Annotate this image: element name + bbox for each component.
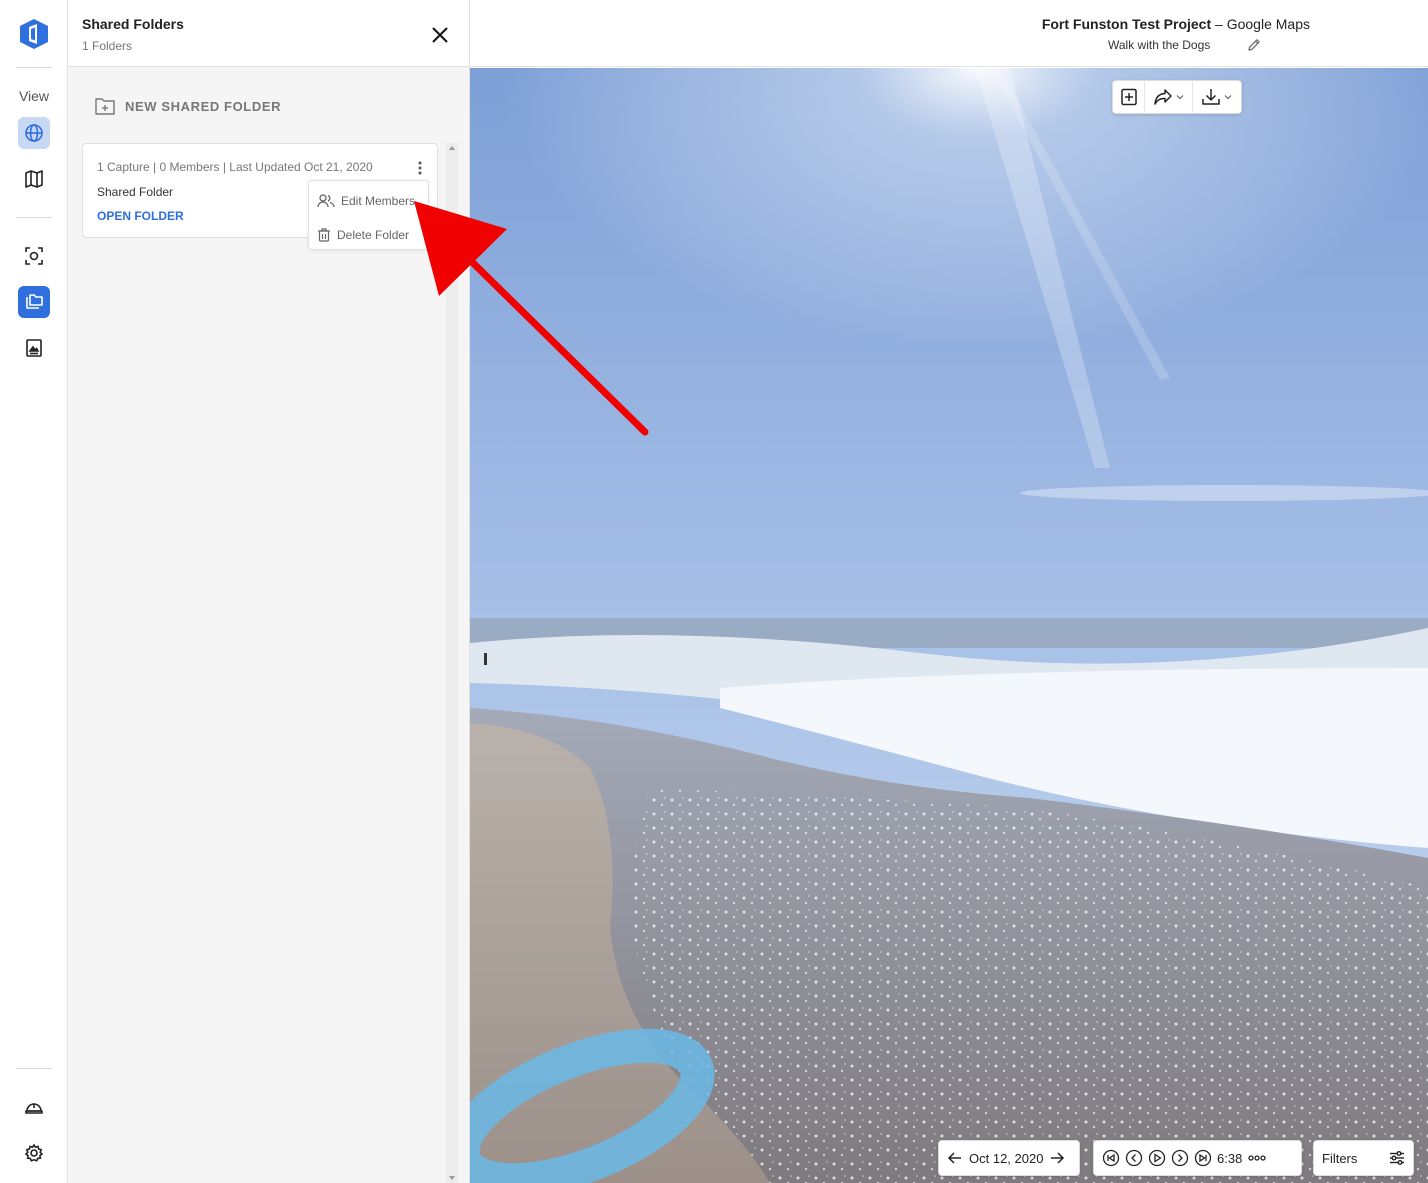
add-note-button[interactable] — [1113, 80, 1145, 114]
new-shared-folder-button[interactable]: NEW SHARED FOLDER — [95, 95, 281, 117]
arrow-right-icon[interactable] — [1049, 1151, 1065, 1165]
filters-button[interactable]: Filters — [1313, 1140, 1414, 1176]
walk-name: Walk with the Dogs — [1108, 38, 1211, 52]
app-logo[interactable] — [17, 17, 51, 51]
panorama-image[interactable] — [470, 68, 1428, 1183]
safety-button[interactable] — [18, 1091, 50, 1123]
playback-controls: 6:38 — [1093, 1140, 1302, 1176]
chevron-down-icon — [1176, 95, 1183, 100]
folder-name: Shared Folder — [97, 185, 174, 199]
scroll-down-arrow[interactable] — [449, 1176, 455, 1180]
delete-folder-label: Delete Folder — [337, 228, 410, 242]
skip-back-icon[interactable] — [1102, 1149, 1120, 1167]
playback-time: 6:38 — [1217, 1150, 1243, 1166]
viewer-toolbar — [1112, 80, 1242, 114]
folder-meta: 1 Capture | 0 Members | Last Updated Oct… — [97, 160, 373, 174]
chevron-down-icon — [1224, 95, 1232, 100]
sliders-icon — [1390, 1151, 1404, 1165]
capture-button[interactable] — [18, 240, 50, 272]
view-label: View — [18, 88, 50, 104]
folder-context-menu: Edit Members Delete Folder — [308, 180, 429, 250]
folder-plus-icon — [95, 98, 115, 115]
date-navigator: Oct 12, 2020 — [938, 1140, 1080, 1176]
gear-icon — [24, 1143, 44, 1162]
panel-title: Shared Folders — [82, 16, 184, 32]
shared-folders-icon — [26, 294, 43, 309]
globe-view-button[interactable] — [18, 117, 50, 149]
scrollbar[interactable] — [446, 143, 458, 1183]
pencil-icon[interactable] — [1247, 38, 1261, 52]
left-rail: View — [0, 0, 68, 1183]
skip-forward-icon[interactable] — [1194, 1149, 1212, 1167]
play-icon[interactable] — [1148, 1149, 1166, 1167]
delete-folder-menu-item[interactable]: Delete Folder — [317, 225, 409, 245]
settings-button[interactable] — [18, 1137, 50, 1169]
project-name: Fort Funston Test Project — [1041, 16, 1212, 32]
report-icon — [26, 339, 42, 357]
map-view-button[interactable] — [18, 163, 50, 195]
scroll-up-arrow[interactable] — [449, 146, 455, 150]
filters-label: Filters — [1322, 1150, 1358, 1166]
edit-members-label: Edit Members — [341, 194, 416, 208]
more-options-icon[interactable] — [1247, 1153, 1267, 1163]
new-shared-folder-label: NEW SHARED FOLDER — [125, 98, 282, 114]
download-button[interactable] — [1193, 80, 1241, 114]
add-note-icon — [1120, 88, 1137, 106]
share-button[interactable] — [1145, 80, 1193, 114]
viewer-header: Fort Funston Test Project – Google Maps … — [470, 0, 1428, 67]
map-icon — [25, 170, 43, 188]
rail-divider — [16, 1068, 52, 1069]
step-back-icon[interactable] — [1125, 1149, 1143, 1167]
more-options-icon[interactable] — [415, 160, 425, 176]
rail-divider — [16, 217, 52, 218]
panorama-viewer[interactable]: Oct 12, 2020 6:38 Filters — [470, 68, 1428, 1183]
open-folder-link[interactable]: OPEN FOLDER — [97, 209, 184, 223]
panel-header: Shared Folders 1 Folders — [68, 0, 469, 67]
report-button[interactable] — [18, 332, 50, 364]
share-icon — [1153, 89, 1172, 105]
step-forward-icon[interactable] — [1171, 1149, 1189, 1167]
arrow-left-icon[interactable] — [947, 1151, 963, 1165]
title-separator: – — [1211, 16, 1227, 32]
helmet-icon — [25, 1103, 43, 1114]
shared-folders-panel: Shared Folders 1 Folders NEW SHARED FOLD… — [68, 0, 470, 1183]
project-title: Fort Funston Test Project – Google Maps — [1042, 16, 1310, 32]
shared-folders-button[interactable] — [18, 286, 50, 318]
rail-divider — [16, 67, 52, 68]
project-suffix: Google Maps — [1226, 16, 1310, 32]
trash-icon — [318, 228, 330, 242]
download-icon — [1202, 89, 1220, 105]
edit-members-menu-item[interactable]: Edit Members — [317, 191, 415, 211]
members-icon — [317, 194, 335, 208]
folder-count: 1 Folders — [82, 39, 133, 53]
capture-date[interactable]: Oct 12, 2020 — [969, 1151, 1043, 1166]
globe-icon — [25, 124, 43, 142]
close-icon[interactable] — [428, 23, 452, 47]
capture-icon — [25, 247, 43, 265]
